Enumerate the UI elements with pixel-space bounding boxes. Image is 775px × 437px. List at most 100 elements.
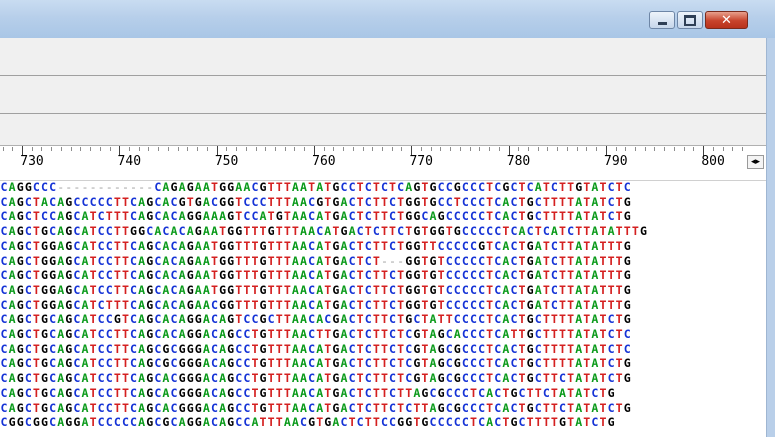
ruler-tick [109, 147, 111, 151]
ruler-tick [401, 147, 403, 151]
ruler-tick [391, 147, 393, 151]
sequence-header-bar [0, 114, 766, 146]
ruler-tick [450, 147, 452, 151]
ruler-tick [430, 147, 432, 151]
ruler-tick [31, 147, 33, 151]
ruler-tick [236, 147, 238, 151]
sequence-row[interactable]: CAGCTGCAGCATCCTTCAGCGCGGGACAGCCTGTTTAACA… [0, 357, 631, 369]
menu-bar [0, 38, 766, 76]
ruler-tick [586, 147, 588, 151]
ruler-tick [712, 147, 714, 151]
ruler-tick [2, 147, 4, 151]
window-frame-right [766, 38, 775, 437]
ruler-tick [722, 147, 724, 151]
ruler-tick [90, 147, 92, 151]
sequence-row[interactable]: CAGCTGGAGCATCCTTCAGCACAGAATGGTTTGTTTAACA… [0, 240, 631, 252]
ruler-tick [80, 147, 82, 151]
ruler-tick [333, 147, 335, 151]
ruler-tick [70, 147, 72, 151]
sequence-row[interactable]: CAGCTGCAGCATCCGTCAGCACAGGACAGTCCGCTTAACA… [0, 313, 631, 325]
ruler-tick [615, 147, 617, 151]
ruler-tick [489, 147, 491, 151]
ruler-tick [440, 147, 442, 151]
sequence-row[interactable]: CAGCTGCAGCATCCTTCAGCACAGGACAGCCTGTTTAACT… [0, 328, 631, 340]
ruler-tick [382, 147, 383, 151]
ruler-tick [372, 147, 374, 151]
ruler-label: 750 [214, 154, 239, 169]
ruler-tick [255, 147, 257, 151]
sequence-row[interactable]: CAGCTACAGCCCCCTTCAGCACGTGACGGTCCCTTTAACG… [0, 196, 631, 208]
ruler-tick [469, 147, 471, 151]
ruler-tick [274, 147, 276, 151]
ruler-tick [498, 147, 500, 151]
ruler-tick [245, 147, 247, 151]
ruler-tick [518, 147, 520, 151]
ruler-tick [576, 147, 578, 151]
ruler-tick [138, 147, 140, 151]
ruler-tick [323, 147, 325, 151]
sequence-row[interactable]: CAGCTGCAGCATCCTTCAGCGCGGGACAGCCTGTTTAACA… [0, 343, 631, 355]
ruler-tick [352, 147, 354, 151]
sequence-row[interactable]: CAGCTGCAGCATCCTTCAGCACGGGACAGCCTGTTTAACA… [0, 387, 615, 399]
ruler-tick [557, 147, 559, 151]
ruler-tick [12, 147, 14, 151]
ruler-tick [284, 147, 286, 151]
ruler-tick [654, 147, 656, 151]
sequence-row[interactable]: CAGCTGCAGCATCCTTCAGCACGGGACAGCCTGTTTAACA… [0, 402, 631, 414]
ruler-tick [664, 147, 666, 151]
ruler-tick [634, 147, 636, 151]
position-ruler: 730 740 750 760 770 780 790 800 [0, 146, 766, 181]
ruler-tick [167, 147, 169, 151]
sequence-row[interactable]: CAGCTCCAGCATCTTTCAGCACAGGAAAGTCCATGTAACA… [0, 210, 631, 222]
ruler-tick [206, 147, 208, 151]
ruler-tick [51, 147, 53, 151]
ruler-label: 740 [117, 154, 142, 169]
minimize-button[interactable] [649, 11, 675, 29]
maximize-icon [678, 12, 702, 28]
ruler-tick [148, 147, 150, 151]
ruler-label: 760 [312, 154, 336, 169]
ruler-tick [566, 147, 568, 151]
ruler-tick [362, 147, 364, 151]
ruler-label: 770 [409, 154, 433, 169]
ruler-tick [683, 147, 685, 151]
ruler-label: 790 [604, 154, 628, 169]
sequence-row[interactable]: CAGCTGGAGCATCCTTCAGCACAGAATGGTTTGTTTAACA… [0, 269, 631, 281]
ruler-tick [177, 147, 179, 151]
ruler-tick [226, 147, 228, 151]
ruler-tick [99, 147, 101, 151]
ruler-tick [129, 147, 131, 151]
ruler-tick [420, 147, 422, 151]
ruler-tick [265, 147, 267, 151]
ruler-tick [732, 147, 734, 151]
sequence-row[interactable]: CAGGCCC------------CAGAGAATGGAACGTTTAATA… [0, 181, 631, 193]
ruler-tick [197, 147, 199, 151]
sequence-row[interactable]: CAGCTGGAGCATCCTTCAGCACAGAATGGTTTGTTTAACA… [0, 255, 631, 267]
ruler-tick [158, 147, 160, 151]
ruler-tick [459, 147, 461, 151]
ruler-tick [343, 147, 345, 151]
ruler-tick [41, 147, 43, 151]
sequence-row[interactable]: CAGCTGCAGCATCCTTGGCACACAGAATGGTTTGTTTAAC… [0, 225, 648, 237]
close-button[interactable]: ✕ [705, 11, 748, 29]
ruler-tick [294, 147, 296, 151]
ruler-tick [304, 147, 306, 151]
maximize-button[interactable] [677, 11, 703, 29]
ruler-tick [527, 147, 529, 151]
alignment-view[interactable]: CAGGCCC------------CAGAGAATGGAACGTTTAATA… [0, 180, 766, 437]
close-icon: ✕ [721, 12, 732, 28]
sequence-row[interactable]: CAGCTGGAGCATCTTTCAGCACAGAACGGTTTGTTTAACA… [0, 299, 631, 311]
sequence-row[interactable]: CGGCGGCAGGATCCCCCAGCGCAGGACAGCCATTTAACGT… [0, 416, 615, 428]
ruler-tick [479, 147, 481, 151]
ruler-tick [693, 147, 695, 151]
ruler-tick [596, 147, 598, 151]
ruler-tick [673, 147, 675, 151]
scroll-arrows-icon[interactable]: ◂▸ [747, 155, 764, 169]
minimize-icon [650, 12, 674, 28]
sequence-row[interactable]: CAGCTGGAGCATCCTTCAGCACAGAATGGTTTGTTTAACA… [0, 284, 631, 296]
toolbar [0, 76, 766, 114]
sequence-row[interactable]: CAGCTGCAGCATCCTTCAGCACGGGACAGCCTGTTTAACA… [0, 372, 631, 384]
window-title-bar: ✕ [0, 0, 775, 39]
ruler-tick [537, 147, 539, 151]
ruler-tick [644, 147, 646, 151]
